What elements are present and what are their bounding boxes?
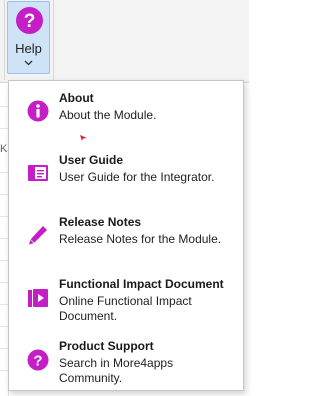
svg-text:?: ? <box>24 11 36 32</box>
menu-item-about[interactable]: About About the Module. <box>9 89 243 133</box>
help-button[interactable]: ? Help <box>7 1 50 74</box>
cursor-icon <box>80 135 87 141</box>
menu-item-description: Online Functional Impact Document. <box>59 294 192 323</box>
book-icon <box>28 165 48 181</box>
info-icon <box>27 100 49 122</box>
svg-text:?: ? <box>33 353 42 370</box>
question-icon: ? <box>27 349 49 371</box>
chevron-down-icon <box>24 60 33 66</box>
pen-icon <box>29 226 47 245</box>
help-dropdown-menu: About About the Module. User Guide User … <box>8 80 244 391</box>
menu-item-description: Release Notes for the Module. <box>59 232 222 246</box>
document-play-icon <box>28 289 48 307</box>
menu-item-title: Functional Impact Document <box>59 277 224 291</box>
menu-item-title: Release Notes <box>59 215 142 229</box>
menu-item-title: User Guide <box>59 153 124 167</box>
menu-item-title: Product Support <box>59 339 154 353</box>
menu-item-description: Search in More4apps Community. <box>59 356 174 385</box>
menu-item-user-guide[interactable]: User Guide User Guide for the Integrator… <box>9 151 243 195</box>
help-question-icon: ? <box>16 7 43 34</box>
menu-item-product-support[interactable]: ? Product Support Search in More4apps Co… <box>9 337 243 387</box>
ribbon-separator <box>4 0 5 80</box>
menu-item-description: User Guide for the Integrator. <box>59 170 215 184</box>
help-button-label: Help <box>15 41 42 56</box>
menu-item-release-notes[interactable]: Release Notes Release Notes for the Modu… <box>9 213 243 257</box>
menu-item-description: About the Module. <box>59 108 157 122</box>
sheet-cell-fragment: K <box>0 143 8 155</box>
menu-item-functional-impact-document[interactable]: Functional Impact Document Online Functi… <box>9 275 243 325</box>
ribbon-separator <box>53 0 54 80</box>
menu-item-title: About <box>59 91 94 105</box>
